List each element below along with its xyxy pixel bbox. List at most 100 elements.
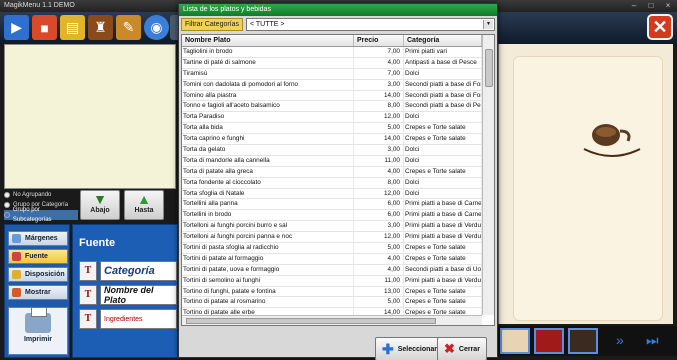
- category-font-preview[interactable]: Categoría: [100, 261, 177, 281]
- template-thumbnail[interactable]: [568, 328, 598, 354]
- sidebar-item-font[interactable]: Fuente: [8, 249, 68, 264]
- price-cell: 12,00: [354, 232, 404, 243]
- category-cell: Dolci: [404, 68, 482, 79]
- dropdown-arrow-icon[interactable]: ▼: [483, 20, 493, 29]
- price-cell: 3,00: [354, 145, 404, 155]
- font-style-icon[interactable]: T: [79, 261, 97, 281]
- dish-name-cell: Torta caprino e funghi: [182, 134, 354, 145]
- price-cell: 4,00: [354, 264, 404, 275]
- dish-name-cell: Tortelloni ai funghi porcini burro e sal: [182, 221, 354, 232]
- table-row[interactable]: Tomini con dadolata di pomodori al forno…: [182, 79, 482, 91]
- price-cell: 8,00: [354, 101, 404, 112]
- main-close-button[interactable]: ✕: [647, 14, 673, 40]
- price-cell: 5,00: [354, 243, 404, 253]
- table-row[interactable]: Tortini di semolino ai funghi 11,00 Primi …: [182, 275, 482, 287]
- next-page-icon[interactable]: »: [616, 332, 624, 348]
- recipe-book-icon[interactable]: ✎: [116, 15, 141, 40]
- table-row[interactable]: Tortini di patate al formaggio 4,00 Crepes…: [182, 253, 482, 265]
- close-button[interactable]: ✖ Cerrar: [437, 337, 487, 360]
- category-cell: Crepes e Torte salate: [404, 123, 482, 134]
- table-row[interactable]: Tartine di paté di salmone 4,00 Antipasti …: [182, 57, 482, 69]
- table-body: Tagliolini in brodo 7,00 Primi piatti vari…: [182, 47, 482, 315]
- table-row[interactable]: Tortino di funghi, patate e fontina 13,00…: [182, 286, 482, 298]
- coffee-decoration-icon: [583, 124, 641, 157]
- category-filter-select[interactable]: < TUTTE > ▼: [246, 18, 495, 31]
- table-row[interactable]: Tortellini in brodo 6,00 Primi piatti a ba…: [182, 210, 482, 222]
- template-thumbnails: » ⏭: [498, 326, 677, 356]
- scroll-thumb[interactable]: [186, 318, 436, 324]
- table-row[interactable]: Torta di mandorle alla cannella 11,00 Dolc…: [182, 155, 482, 167]
- font-panel: Fuente T Categoría T Nombre del Plato T …: [72, 224, 178, 358]
- dish-name-cell: Tortini di pasta sfoglia al radicchio: [182, 243, 354, 253]
- table-row[interactable]: Tiramisù 7,00 Dolci: [182, 68, 482, 80]
- font-panel-title: Fuente: [79, 237, 116, 249]
- column-header-category[interactable]: Categoría: [404, 35, 482, 46]
- price-cell: 14,00: [354, 134, 404, 145]
- category-cell: Dolci: [404, 188, 482, 199]
- dish-name-cell: Tomini con dadolata di pomodori al forno: [182, 79, 354, 90]
- category-cell: Secondi piatti a base di For: [405, 79, 482, 90]
- layout-icon: [12, 270, 21, 279]
- move-to-button[interactable]: ▲ Hasta: [124, 190, 164, 220]
- table-row[interactable]: Tortelloni ai funghi porcini panna e noc…: [182, 232, 482, 244]
- grouping-radio-none[interactable]: No Agrupando: [4, 190, 78, 200]
- price-cell: 5,00: [354, 123, 404, 134]
- font-style-icon[interactable]: T: [79, 309, 97, 329]
- category-cell: Crepes e Torte salate: [404, 253, 482, 264]
- table-row[interactable]: Tortini di pasta sfoglia al radicchio 5,0…: [182, 243, 482, 254]
- globe-icon[interactable]: ◉: [144, 15, 169, 40]
- grouping-options: No Agrupando Grupo por Categoría Grupo p…: [4, 190, 78, 223]
- table-row[interactable]: Torta alla bida 5,00 Crepes e Torte salate: [182, 123, 482, 135]
- chef-icon[interactable]: ♜: [88, 15, 113, 40]
- select-button[interactable]: ✚ Seleccionar: [375, 337, 445, 360]
- ingredients-font-preview[interactable]: Ingredientes: [100, 309, 177, 329]
- sidebar-item-layout[interactable]: Disposición: [8, 267, 68, 282]
- price-cell: 6,00: [354, 199, 404, 210]
- font-style-icon[interactable]: T: [79, 285, 97, 305]
- column-header-price[interactable]: Precio: [354, 35, 404, 46]
- table-row[interactable]: Torta fondente al cioccolato 8,00 Dolci: [182, 177, 482, 189]
- table-row[interactable]: Tortelloni ai funghi porcini burro e sal…: [182, 221, 482, 233]
- table-row[interactable]: Tomino alla piastra 14,00 Secondi piatti a…: [182, 90, 482, 102]
- table-row[interactable]: Tortellini alla panna 6,00 Primi piatti a …: [182, 199, 482, 211]
- window-close-icon[interactable]: ×: [661, 1, 675, 11]
- print-button[interactable]: Imprimir: [8, 307, 68, 355]
- dish-name-cell: Tonno e fagioli all'aceto balsamico: [182, 101, 354, 112]
- table-row[interactable]: Torta caprino e funghi 14,00 Crepes e Tort…: [182, 134, 482, 146]
- template-thumbnail[interactable]: [534, 328, 564, 354]
- price-cell: 4,00: [354, 253, 404, 264]
- template-thumbnail[interactable]: [500, 328, 530, 354]
- dish-list-dialog: Lista de los platos y bebidas Filtrar Ca…: [178, 3, 498, 360]
- vertical-scrollbar[interactable]: [482, 35, 494, 315]
- minimize-icon[interactable]: –: [627, 1, 641, 11]
- last-page-icon[interactable]: ⏭: [646, 332, 659, 349]
- sidebar-item-show[interactable]: Mostrar: [8, 285, 68, 300]
- dish-name-cell: Tortino di funghi, patate e fontina: [182, 286, 354, 297]
- grouping-radio-subcategory[interactable]: Grupo por Subcategorías: [4, 207, 78, 223]
- table-row[interactable]: Torta sfoglia di Natale 12,00 Dolci: [182, 188, 482, 200]
- table-row[interactable]: Tortini di patate, uova e formaggio 4,00 S…: [182, 264, 482, 276]
- category-cell: Primi piatti a base di Verdu: [405, 232, 482, 243]
- horizontal-scrollbar[interactable]: [182, 315, 482, 325]
- column-header-name[interactable]: Nombre Plato: [182, 35, 354, 46]
- move-down-button[interactable]: ▼ Abajo: [80, 190, 120, 220]
- maximize-icon[interactable]: □: [644, 1, 658, 11]
- table-row[interactable]: Torta di patate alla greca 4,00 Crepes e T…: [182, 166, 482, 178]
- table-row[interactable]: Tortino di patate al rosmarino 5,00 Crepes…: [182, 297, 482, 309]
- arrow-up-icon: ▲: [137, 191, 151, 207]
- price-cell: 11,00: [354, 155, 404, 166]
- new-menu-icon[interactable]: ▶: [4, 15, 29, 40]
- table-row[interactable]: Tortino di patate alle erbe 14,00 Crepes e…: [182, 308, 482, 315]
- table-row[interactable]: Torta da gelato 3,00 Dolci: [182, 145, 482, 156]
- close-icon: ✖: [444, 341, 455, 356]
- color-blocks-icon[interactable]: ■: [32, 15, 57, 40]
- dish-name-font-preview[interactable]: Nombre del Plato: [100, 285, 177, 305]
- table-row[interactable]: Tonno e fagioli all'aceto balsamico 8,00 S…: [182, 101, 482, 113]
- scroll-thumb[interactable]: [485, 49, 493, 87]
- sidebar-item-margins[interactable]: Márgenes: [8, 231, 68, 246]
- open-folder-icon[interactable]: ▤: [60, 15, 85, 40]
- category-cell: Dolci: [404, 177, 482, 188]
- dish-table: Nombre Plato Precio Categoría Tagliolini…: [181, 34, 495, 326]
- table-row[interactable]: Torta Paradiso 12,00 Dolci: [182, 112, 482, 124]
- table-row[interactable]: Tagliolini in brodo 7,00 Primi piatti vari: [182, 47, 482, 58]
